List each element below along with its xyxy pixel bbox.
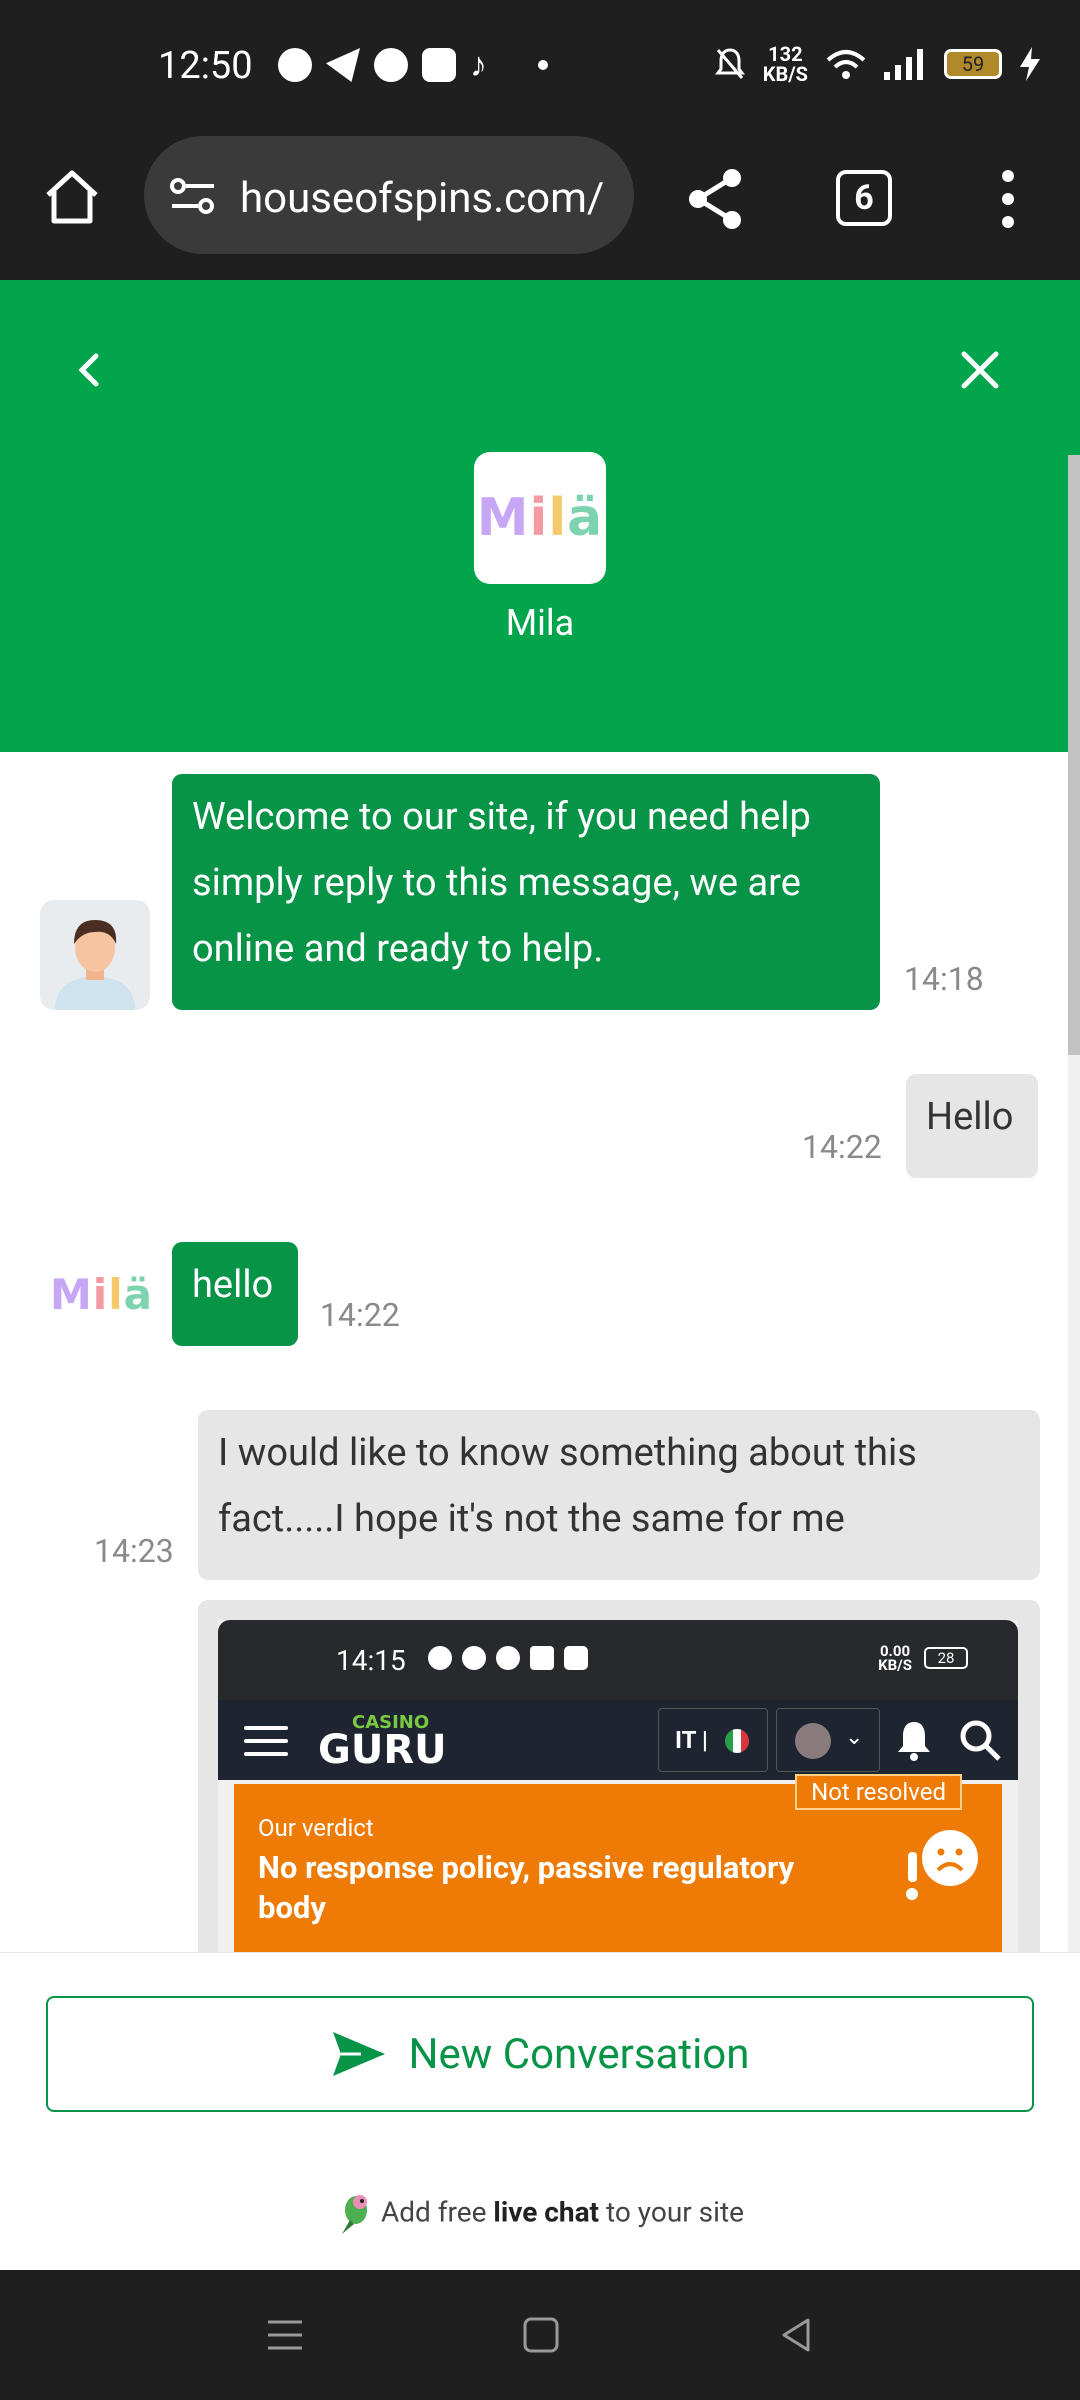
back-chevron-icon[interactable] bbox=[60, 340, 120, 400]
casino-guru-navbar: CASINO GURU IT | ⌄ bbox=[218, 1700, 1018, 1780]
screenshot-battery: 28 bbox=[924, 1647, 968, 1669]
message-time: 14:18 bbox=[904, 960, 984, 998]
tab-switcher-button[interactable]: 6 bbox=[836, 170, 892, 226]
screenshot-notification-icons bbox=[428, 1646, 588, 1670]
verdict-title: No response policy, passive regulatory b… bbox=[258, 1849, 795, 1926]
share-icon[interactable] bbox=[680, 164, 750, 234]
language-selector: IT | bbox=[658, 1708, 768, 1772]
new-conversation-label: New Conversation bbox=[408, 2029, 750, 2079]
message-bubble-agent: Welcome to our site, if you need help si… bbox=[172, 774, 880, 1010]
bell-icon bbox=[898, 1722, 930, 1761]
site-settings-icon[interactable] bbox=[168, 176, 218, 216]
new-conversation-button[interactable]: New Conversation bbox=[46, 1996, 1034, 2112]
casino-guru-logo: CASINO GURU bbox=[318, 1712, 447, 1773]
close-icon[interactable] bbox=[950, 340, 1010, 400]
status-badge: Not resolved bbox=[795, 1774, 962, 1810]
telegram-icon bbox=[326, 48, 360, 82]
screenshot-system-status: 0.00 KB/S 28 bbox=[878, 1644, 968, 1674]
notification-icons: ♪ bbox=[278, 48, 548, 82]
status-bar: 12:50 ♪ 132 KB/S 59 bbox=[0, 0, 1080, 130]
message-bubble-user: I would like to know something about thi… bbox=[198, 1410, 1040, 1580]
chevron-down-icon: ⌄ bbox=[845, 1725, 864, 1750]
chat-widget: Milä Mila Welcome to our site, if you ne… bbox=[0, 280, 1080, 2270]
signal-icon bbox=[884, 49, 923, 80]
profile-dropdown: ⌄ bbox=[776, 1708, 880, 1772]
home-icon[interactable] bbox=[40, 165, 104, 229]
send-icon bbox=[332, 2032, 385, 2076]
scrollbar-thumb[interactable] bbox=[1068, 455, 1080, 1055]
agent-logo-wordmark: Milä bbox=[476, 488, 604, 548]
shield-app-icon bbox=[422, 48, 456, 82]
home-nav-icon[interactable] bbox=[518, 2312, 564, 2358]
message-time: 14:22 bbox=[320, 1296, 400, 1334]
message-time: 14:23 bbox=[94, 1532, 174, 1570]
browser-toolbar: houseofspins.com/ 6 bbox=[0, 130, 1080, 280]
parrot-logo-icon bbox=[342, 2195, 368, 2234]
profile-avatar bbox=[795, 1723, 831, 1759]
url-text: houseofspins.com/ bbox=[240, 174, 605, 223]
agent-small-logo: Milä bbox=[50, 1270, 153, 1319]
agent-logo: Milä bbox=[474, 452, 606, 584]
screenshot-time: 14:15 bbox=[336, 1644, 406, 1677]
chat-header: Milä Mila bbox=[0, 280, 1080, 752]
messenger-icon bbox=[278, 48, 312, 82]
search-icon bbox=[960, 1720, 1001, 1761]
message-bubble-agent: hello bbox=[172, 1242, 298, 1346]
powered-prefix: Add free bbox=[381, 2195, 487, 2229]
system-status: 132 KB/S 59 bbox=[714, 44, 1040, 84]
system-navigation-bar bbox=[0, 2270, 1080, 2400]
overflow-menu-icon[interactable] bbox=[998, 166, 1018, 236]
status-time: 12:50 bbox=[158, 44, 253, 88]
battery-indicator: 59 bbox=[944, 49, 1002, 79]
powered-suffix: to your site bbox=[606, 2195, 744, 2229]
screenshot-status-bar: 14:15 0.00 KB/S 28 bbox=[218, 1620, 1018, 1700]
verdict-label: Our verdict bbox=[258, 1814, 374, 1842]
muted-bell-icon bbox=[714, 48, 745, 79]
powered-by-link[interactable]: Add free live chat to your site bbox=[0, 2192, 1080, 2236]
net-speed-unit: KB/S bbox=[762, 62, 808, 86]
more-notifications-dot bbox=[538, 60, 548, 70]
net-speed-value: 132 bbox=[768, 42, 803, 66]
facebook-icon bbox=[374, 48, 408, 82]
agent-avatar bbox=[40, 900, 150, 1010]
agent-name: Mila bbox=[505, 602, 575, 644]
net-speed: 132 KB/S bbox=[763, 44, 808, 84]
charging-bolt-icon bbox=[1020, 47, 1040, 81]
wifi-icon bbox=[826, 50, 866, 79]
sad-face-icon bbox=[906, 1830, 978, 1900]
address-bar[interactable]: houseofspins.com/ bbox=[144, 136, 634, 254]
message-bubble-user: Hello bbox=[906, 1074, 1038, 1178]
back-nav-icon[interactable] bbox=[774, 2312, 820, 2358]
powered-bold: live chat bbox=[493, 2195, 600, 2229]
hamburger-menu-icon bbox=[244, 1726, 288, 1765]
italy-flag-icon bbox=[725, 1729, 749, 1753]
message-time: 14:22 bbox=[802, 1128, 882, 1166]
tiktok-icon: ♪ bbox=[470, 45, 487, 85]
screenshot-net-speed: 0.00 KB/S bbox=[878, 1644, 912, 1674]
recent-apps-icon[interactable] bbox=[262, 2312, 308, 2358]
screenshot-speed-unit: KB/S bbox=[878, 1656, 912, 1674]
